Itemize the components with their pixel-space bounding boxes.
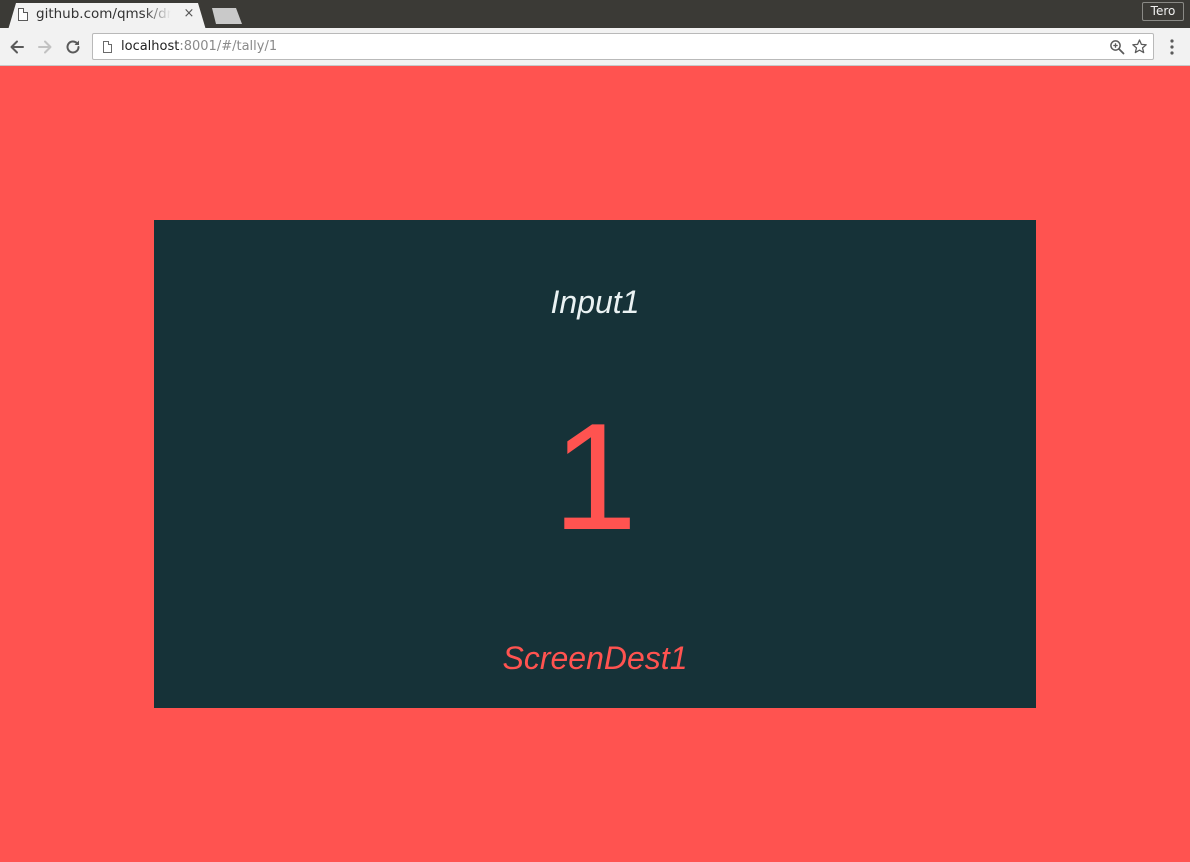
url-host: localhost — [121, 39, 180, 54]
tab-close-icon[interactable]: × — [182, 6, 196, 22]
page-info-icon[interactable] — [103, 41, 112, 53]
url-text[interactable]: localhost:8001/#/tally/1 — [121, 38, 277, 56]
tally-input-name: Input1 — [550, 284, 640, 320]
page-viewport: Input1 1 ScreenDest1 — [0, 66, 1190, 862]
tally-destination: ScreenDest1 — [502, 640, 688, 676]
tally-panel: Input1 1 ScreenDest1 — [154, 220, 1036, 708]
zoom-icon[interactable] — [1109, 39, 1125, 55]
url-path: :8001/#/tally/1 — [179, 39, 278, 54]
star-icon[interactable] — [1131, 38, 1148, 55]
address-bar[interactable]: localhost:8001/#/tally/1 — [92, 33, 1154, 60]
page-icon — [18, 8, 28, 21]
back-arrow-icon[interactable] — [7, 37, 27, 57]
profile-button[interactable]: Tero — [1142, 2, 1184, 21]
new-tab-button[interactable] — [212, 8, 242, 24]
kebab-menu-icon[interactable] — [1164, 38, 1180, 56]
forward-arrow-icon[interactable] — [35, 37, 55, 57]
reload-icon[interactable] — [63, 37, 83, 57]
tally-number: 1 — [552, 392, 638, 562]
tab-title[interactable]: github.com/qmsk/dmx — [36, 6, 171, 24]
tab-strip: github.com/qmsk/dmx × Tero — [0, 0, 1190, 30]
browser-toolbar: localhost:8001/#/tally/1 — [0, 28, 1190, 66]
